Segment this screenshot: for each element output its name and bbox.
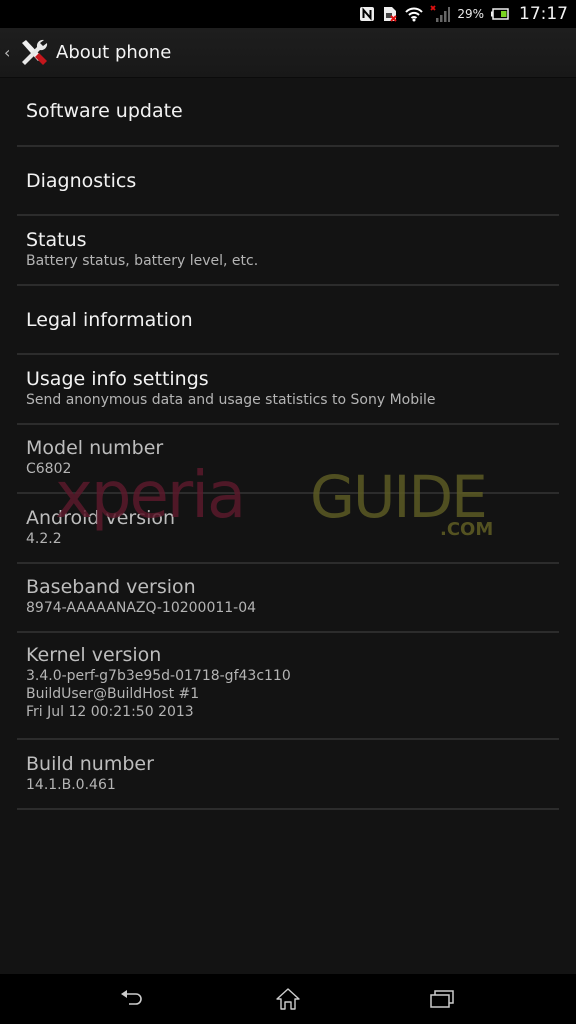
navigation-bar [0,974,576,1024]
signal-no-service-icon [430,5,451,23]
list-item-model-number: Model number C6802 [17,425,559,494]
item-title: Usage info settings [26,368,209,390]
item-value: C6802 [26,461,72,477]
list-item-baseband-version: Baseband version 8974-AAAAANAZQ-10200011… [17,564,559,633]
action-bar: ‹ About phone [0,28,576,78]
item-value: 8974-AAAAANAZQ-10200011-04 [26,600,257,616]
item-title: Baseband version [26,576,196,598]
item-title: Model number [26,437,164,459]
list-item-legal-information[interactable]: Legal information [17,286,559,355]
about-phone-list: Software update Diagnostics Status Batte… [0,78,576,810]
item-value-line: Fri Jul 12 00:21:50 2013 [26,704,194,720]
home-icon[interactable] [271,986,305,1012]
battery-icon [491,8,509,20]
item-title: Android version [26,507,176,529]
nfc-icon [359,6,375,22]
item-value: 4.2.2 [26,531,62,547]
list-item-diagnostics[interactable]: Diagnostics [17,147,559,216]
item-title: Status [26,229,87,251]
item-title: Software update [26,100,183,122]
back-icon[interactable] [116,986,150,1012]
item-subtitle: Send anonymous data and usage statistics… [26,392,436,408]
list-item-kernel-version: Kernel version 3.4.0-perf-g7b3e95d-01718… [17,633,559,740]
item-title: Legal information [26,309,193,331]
item-value-line: BuildUser@BuildHost #1 [26,686,200,702]
item-subtitle: Battery status, battery level, etc. [26,253,259,269]
settings-tools-icon[interactable] [16,36,50,70]
status-bar: 29% 17:17 [0,0,576,28]
battery-percent: 29% [457,7,484,21]
item-title: Kernel version [26,644,162,666]
list-item-build-number[interactable]: Build number 14.1.B.0.461 [17,740,559,810]
item-title: Diagnostics [26,170,137,192]
list-item-usage-info-settings[interactable]: Usage info settings Send anonymous data … [17,355,559,425]
clock: 17:17 [519,4,568,24]
list-item-status[interactable]: Status Battery status, battery level, et… [17,216,559,286]
list-item-software-update[interactable]: Software update [17,78,559,147]
item-value-line: 3.4.0-perf-g7b3e95d-01718-gf43c110 [26,668,291,684]
recent-apps-icon[interactable] [425,986,459,1012]
page-title: About phone [56,42,172,63]
item-value: 14.1.B.0.461 [26,777,116,793]
item-title: Build number [26,753,154,775]
back-chevron-icon[interactable]: ‹ [4,43,14,62]
list-item-android-version[interactable]: Android version 4.2.2 [17,494,559,564]
sim-missing-icon [382,6,398,22]
wifi-icon [405,6,424,22]
